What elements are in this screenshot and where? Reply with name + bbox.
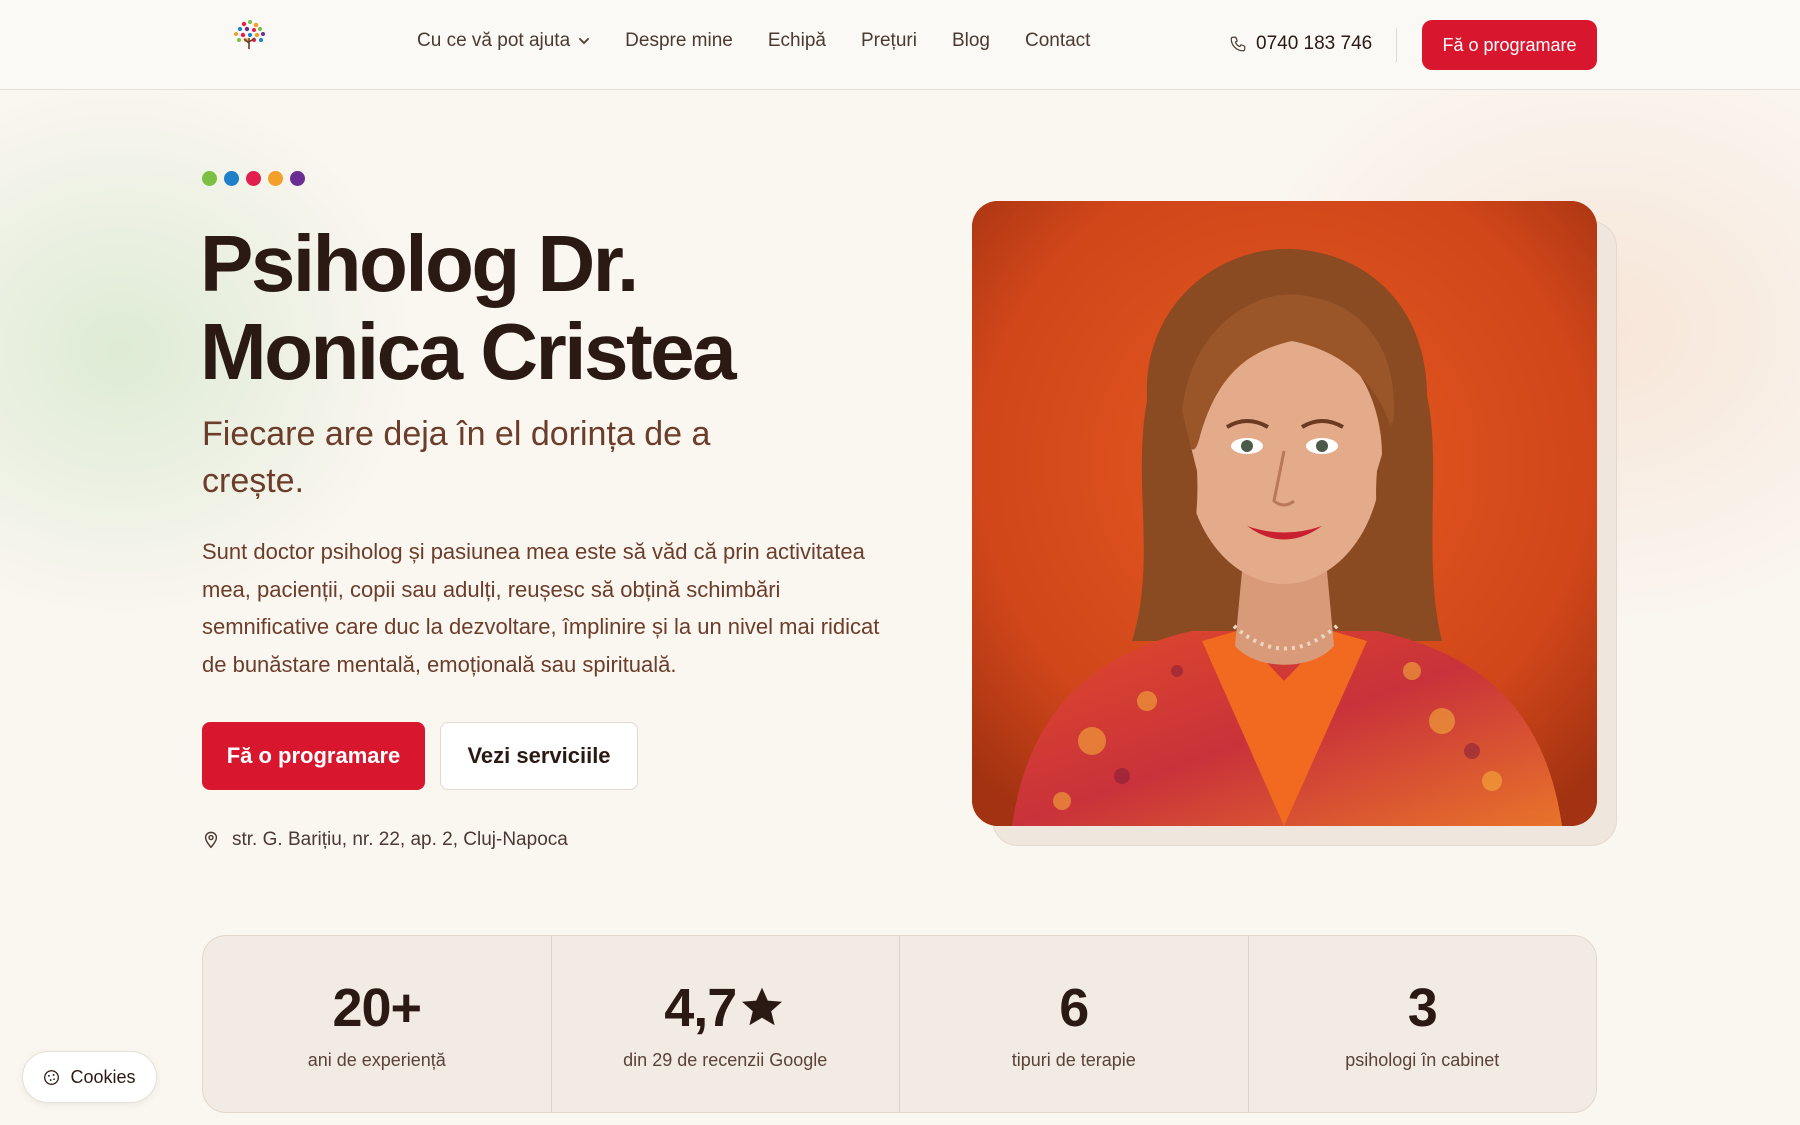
- cookie-icon: [44, 1069, 60, 1085]
- phone-icon: [1230, 36, 1246, 52]
- site-header: Cu ce vă pot ajuta Despre mine Echipă Pr…: [0, 0, 1800, 90]
- dot-blue: [224, 171, 239, 186]
- stats-panel: 20+ ani de experiență 4,7 din 29 de rece…: [202, 935, 1597, 1113]
- portrait-illustration: [972, 201, 1597, 826]
- stat-value-rating: 4,7: [664, 978, 786, 1038]
- color-dots: [202, 171, 305, 186]
- nav-item-label: Echipă: [767, 30, 826, 51]
- dot-orange: [268, 171, 283, 186]
- chevron-down-icon: [579, 38, 590, 45]
- stat-value: 6: [1059, 978, 1089, 1038]
- nav-item-prices[interactable]: Prețuri: [861, 30, 917, 52]
- stat-label: ani de experiență: [307, 1050, 446, 1070]
- nav-item-label: Contact: [1024, 30, 1091, 51]
- dot-red: [246, 171, 261, 186]
- nav-item-label: Cu ce vă pot ajuta: [417, 30, 571, 51]
- brand-logo[interactable]: [200, 16, 296, 74]
- address: str. G. Barițiu, nr. 22, ap. 2, Cluj-Nap…: [203, 829, 568, 851]
- stat-label: psihologi în cabinet: [1345, 1050, 1500, 1070]
- header-appointment-button[interactable]: Fă o programare: [1422, 20, 1597, 70]
- nav-item-label: Prețuri: [860, 30, 917, 51]
- stat-psychologists: 3 psihologi în cabinet: [1249, 936, 1597, 1112]
- nav-item-label: Blog: [951, 30, 990, 51]
- phone-number: 0740 183 746: [1256, 33, 1373, 54]
- stat-experience: 20+ ani de experiență: [203, 936, 552, 1112]
- stat-value: 4,7: [664, 978, 737, 1038]
- stat-label: tipuri de terapie: [1011, 1050, 1136, 1070]
- main-nav: Cu ce vă pot ajuta Despre mine Echipă Pr…: [417, 30, 1125, 52]
- hero-title: Psiholog Dr. Monica Cristea: [200, 220, 820, 396]
- stat-label: din 29 de recenzii Google: [623, 1050, 828, 1070]
- nav-item-team[interactable]: Echipă: [768, 30, 826, 52]
- dot-green: [202, 171, 217, 186]
- nav-item-about[interactable]: Despre mine: [625, 30, 733, 52]
- portrait-photo: [972, 201, 1597, 826]
- star-icon: [742, 987, 783, 1026]
- nav-item-contact[interactable]: Contact: [1025, 30, 1090, 52]
- cookies-button[interactable]: Cookies: [22, 1051, 157, 1103]
- phone-link[interactable]: 0740 183 746: [1229, 33, 1372, 55]
- appointment-button[interactable]: Fă o programare: [202, 722, 425, 790]
- dot-purple: [290, 171, 305, 186]
- hero-description: Sunt doctor psiholog și pasiunea mea est…: [202, 539, 880, 677]
- address-text: str. G. Barițiu, nr. 22, ap. 2, Cluj-Nap…: [232, 829, 568, 850]
- stat-rating: 4,7 din 29 de recenzii Google: [552, 936, 900, 1112]
- stat-value: 3: [1407, 978, 1438, 1038]
- nav-item-blog[interactable]: Blog: [952, 30, 990, 52]
- nav-item-services[interactable]: Cu ce vă pot ajuta: [417, 30, 590, 52]
- view-services-button[interactable]: Vezi serviciile: [440, 722, 638, 790]
- location-pin-icon: [204, 831, 218, 849]
- stat-therapy-types: 6 tipuri de terapie: [900, 936, 1249, 1112]
- nav-item-label: Despre mine: [625, 30, 733, 51]
- cookies-label: Cookies: [70, 1066, 136, 1087]
- tree-logo-icon: [234, 20, 265, 49]
- hero-title-line2: Monica Cristea: [200, 307, 737, 396]
- hero-title-line1: Psiholog Dr.: [200, 219, 639, 308]
- header-divider: [1396, 28, 1397, 62]
- stat-value: 20+: [332, 978, 422, 1038]
- hero-subtitle: Fiecare are deja în el dorința de a creș…: [202, 415, 711, 500]
